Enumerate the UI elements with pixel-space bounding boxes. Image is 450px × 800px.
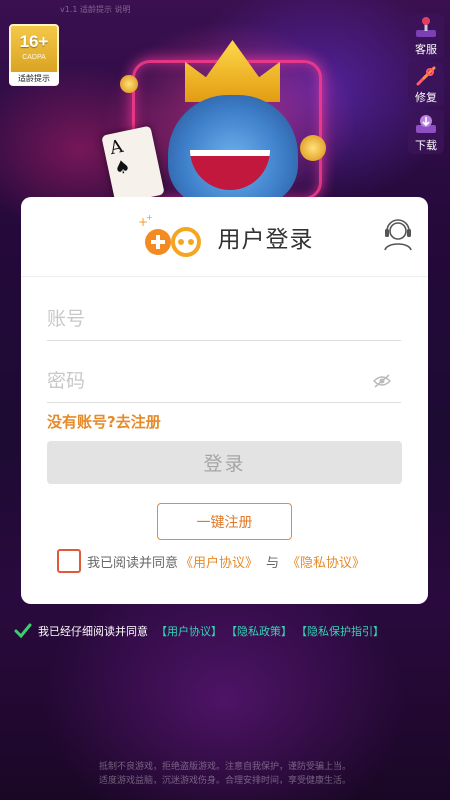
bottom-privacy-guide-link[interactable]: 【隐私保护指引】 — [296, 623, 384, 639]
notice-line: 适度游戏益脑，沉迷游戏伤身。合理安排时间，享受健康生活。 — [98, 776, 351, 786]
bottom-checkbox[interactable] — [14, 622, 32, 640]
checkmark-icon — [14, 623, 32, 639]
dialog-header: + + 用户登录 — [21, 197, 428, 277]
login-button[interactable]: 登录 — [47, 441, 402, 484]
side-button-label: 下载 — [415, 139, 437, 152]
gamepad-joystick-icon — [413, 16, 439, 40]
eye-closed-icon[interactable] — [372, 373, 392, 389]
account-field — [47, 299, 401, 341]
agreement-checkbox[interactable] — [57, 549, 81, 573]
bottom-agreement-row: 我已经仔细阅读并同意 【用户协议】 【隐私政策】 【隐私保护指引】 — [14, 622, 384, 640]
agreement-row: 我已阅读并同意 《用户协议》 与 《隐私协议》 — [57, 549, 367, 573]
bottom-privacy-policy-link[interactable]: 【隐私政策】 — [226, 623, 292, 639]
top-faint-text: v1.1 适龄提示 说明 — [60, 5, 131, 14]
wrench-icon — [415, 64, 437, 88]
coin-decoration — [120, 75, 138, 93]
side-button-download[interactable]: 下载 — [408, 110, 444, 154]
gamepad-logo-icon: + + — [136, 212, 210, 262]
notice-line: 抵制不良游戏，拒绝盗版游戏。注意自我保护，谨防受骗上当。 — [98, 762, 351, 772]
agreement-and: 与 — [266, 555, 280, 571]
customer-service-icon[interactable] — [382, 217, 414, 251]
register-link[interactable]: 没有账号?去注册 — [47, 411, 161, 432]
one-key-register-button[interactable]: 一键注册 — [157, 503, 292, 540]
health-game-notice: 抵制不良游戏，拒绝盗版游戏。注意自我保护，谨防受骗上当。 适度游戏益脑，沉迷游戏… — [0, 760, 450, 788]
bottom-user-agreement-link[interactable]: 【用户协议】 — [156, 623, 222, 639]
account-input[interactable] — [47, 299, 401, 339]
agreement-prefix: 我已阅读并同意 — [87, 555, 179, 571]
age-rating-org: CADPA — [22, 54, 46, 61]
dialog-title: 用户登录 — [217, 226, 314, 253]
age-rating-tip: 适龄提示 — [9, 72, 59, 85]
user-agreement-link[interactable]: 《用户协议》 — [180, 552, 258, 571]
side-button-service[interactable]: 客服 — [408, 14, 444, 58]
side-button-label: 客服 — [415, 43, 437, 56]
side-button-repair[interactable]: 修复 — [408, 62, 444, 106]
age-rating-badge: 16+ CADPA 适龄提示 — [9, 24, 59, 86]
download-icon — [414, 112, 438, 136]
bottom-agree-text: 我已经仔细阅读并同意 — [38, 625, 148, 638]
privacy-agreement-link[interactable]: 《隐私协议》 — [287, 552, 365, 571]
login-dialog: + + 用户登录 账号 没有账号?去注册 登录 一键注册 我已阅读并同意 《用户… — [21, 197, 428, 604]
age-rating: 16+ — [19, 32, 49, 51]
side-button-label: 修复 — [415, 91, 437, 104]
svg-text:+: + — [146, 213, 153, 222]
password-field — [47, 361, 401, 403]
coin-decoration — [300, 135, 326, 161]
password-input[interactable] — [47, 361, 401, 401]
